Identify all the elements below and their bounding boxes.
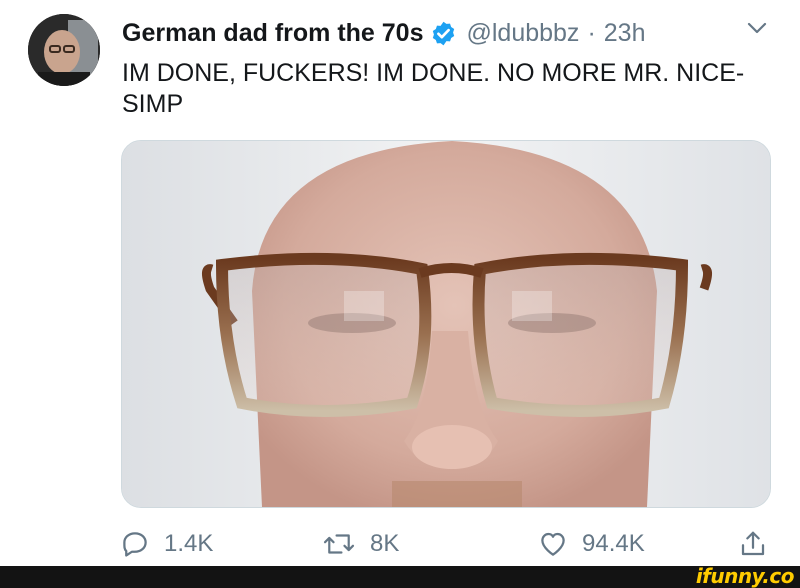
- separator-dot: ·: [587, 18, 596, 47]
- retweet-button[interactable]: 8K: [322, 524, 399, 564]
- watermark-banner: ifunny.co: [0, 564, 800, 588]
- share-icon: [741, 531, 765, 556]
- tweet-media[interactable]: [121, 140, 771, 508]
- tweet-actions: 1.4K 8K 94.4K: [0, 524, 800, 564]
- retweet-count: 8K: [370, 530, 400, 557]
- like-button[interactable]: 94.4K: [538, 524, 645, 564]
- timestamp[interactable]: 23h: [604, 19, 646, 48]
- share-button[interactable]: [738, 524, 768, 564]
- reply-count: 1.4K: [164, 530, 214, 557]
- verified-badge-icon: [433, 21, 455, 45]
- reply-icon: [123, 532, 147, 557]
- reply-button[interactable]: 1.4K: [120, 524, 213, 564]
- avatar-photo: [28, 14, 100, 86]
- chevron-down-icon[interactable]: [746, 20, 768, 36]
- avatar[interactable]: [28, 14, 100, 86]
- retweet-icon: [323, 534, 355, 554]
- tweet-text: IM DONE, FUCKERS! IM DONE. NO MORE MR. N…: [122, 59, 745, 118]
- like-count: 94.4K: [582, 530, 645, 557]
- tweet-photo: [122, 141, 770, 507]
- display-name[interactable]: German dad from the 70s: [122, 19, 423, 48]
- like-icon: [541, 532, 565, 556]
- tweet-header: German dad from the 70s @ldubbbz · 23h: [122, 16, 645, 50]
- user-handle[interactable]: @ldubbbz: [466, 19, 579, 48]
- watermark-logo: ifunny.co: [695, 564, 795, 588]
